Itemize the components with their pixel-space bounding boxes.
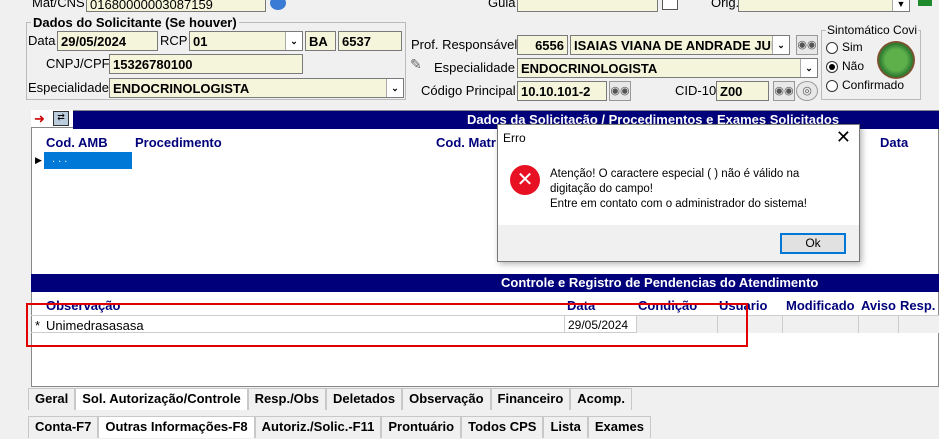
especialidade-value: ENDOCRINOLOGISTA [113, 81, 250, 96]
col-aviso[interactable]: Aviso [861, 298, 896, 313]
hand-icon[interactable] [662, 0, 678, 10]
chevron-down-icon[interactable]: ⌄ [800, 59, 817, 77]
binoculars-icon[interactable]: ◉◉ [609, 81, 631, 101]
virus-icon [877, 41, 915, 79]
radio-sim-label: Sim [842, 40, 863, 54]
col-resp[interactable]: Resp. [900, 298, 935, 313]
close-icon[interactable]: ✕ [836, 127, 851, 148]
guia-label: Guia [488, 0, 516, 10]
prof-name-combo[interactable]: ISAIAS VIANA DE ANDRADE JUN ⌄ [570, 35, 790, 55]
orig-combo[interactable]: ▼ [738, 0, 910, 12]
radio-sim[interactable] [826, 42, 838, 54]
dialog-title: Erro [503, 131, 526, 145]
tab-outras-informacoes[interactable]: Outras Informações-F8 [98, 416, 255, 438]
tab-todos-cps[interactable]: Todos CPS [461, 416, 544, 438]
dialog-message-line3: Entre em contato com o administrador do … [550, 198, 807, 210]
panel-toolbar: ➜ ⇄ [31, 110, 73, 128]
prof-label: Prof. Responsável [411, 37, 518, 52]
especialidade2-value: ENDOCRINOLOGISTA [521, 61, 658, 76]
chevron-down-icon[interactable]: ▼ [892, 0, 909, 11]
covid-title: Sintomático Covi [826, 23, 919, 37]
uf-field[interactable]: BA [305, 31, 336, 51]
transfer-icon[interactable]: ⇄ [53, 111, 69, 126]
col-cod-matr[interactable]: Cod. Matr [436, 135, 496, 150]
cid-field[interactable]: Z00 [716, 81, 769, 101]
tab-sol-autorizacao[interactable]: Sol. Autorização/Controle [75, 388, 248, 410]
data-field[interactable]: 29/05/2024 [57, 31, 158, 51]
tab-resp-obs[interactable]: Resp./Obs [247, 388, 326, 410]
pendencias-title: Controle e Registro de Pendencias do Ate… [501, 275, 819, 290]
tab-geral[interactable]: Geral [28, 388, 76, 410]
tab-acomp[interactable]: Acomp. [570, 388, 632, 410]
prof-code-field[interactable]: 6556 [517, 35, 568, 55]
tab-autoriz-solic[interactable]: Autoriz./Solic.-F11 [254, 416, 382, 438]
radio-confirmado-label: Confirmado [842, 78, 905, 92]
tab-lista[interactable]: Lista [543, 416, 588, 438]
tab-conta[interactable]: Conta-F7 [28, 416, 99, 438]
ok-button[interactable]: Ok [780, 233, 846, 254]
col-data[interactable]: Data [880, 135, 908, 150]
mat-cns-label: Mat/CNS [32, 0, 85, 10]
solicitante-title: Dados do Solicitante (Se houver) [31, 15, 239, 30]
especialidade-label: Especialidade [28, 80, 109, 95]
cnpj-field[interactable]: 15326780100 [109, 54, 303, 74]
binoculars-icon[interactable]: ◉◉ [796, 35, 818, 55]
data-label: Data [28, 33, 56, 48]
tab-exames[interactable]: Exames [587, 416, 651, 438]
col-cod-amb[interactable]: Cod. AMB [46, 135, 108, 150]
orig-label: Orig. [711, 0, 740, 10]
rcp-combo[interactable]: 01 ⌄ [189, 31, 303, 51]
tab-prontuario[interactable]: Prontuário [381, 416, 462, 438]
tab-deletados[interactable]: Deletados [325, 388, 403, 410]
chevron-down-icon[interactable]: ⌄ [772, 36, 789, 54]
chevron-down-icon[interactable]: ⌄ [386, 79, 403, 97]
rcp-value: 01 [193, 34, 208, 49]
row-resp[interactable] [898, 316, 939, 333]
guia-field[interactable] [517, 0, 658, 12]
especialidade-combo[interactable]: ENDOCRINOLOGISTA ⌄ [109, 78, 404, 98]
dialog-message: Atenção! O caractere especial ( ) não é … [550, 167, 850, 212]
refresh-icon[interactable]: ◎ [796, 81, 818, 101]
dialog-footer: Ok [498, 225, 859, 261]
especialidade2-combo[interactable]: ENDOCRINOLOGISTA ⌄ [517, 58, 818, 78]
mat-cns-field[interactable]: 01680000003087159 [86, 0, 266, 12]
dialog-message-line2: digitação do campo! [550, 183, 653, 195]
pendencias-bar: Controle e Registro de Pendencias do Ate… [31, 274, 939, 292]
error-dialog: Erro ✕ ✕ Atenção! O caractere especial (… [497, 124, 860, 262]
error-icon: ✕ [510, 165, 540, 195]
radio-nao-label: Não [842, 59, 865, 73]
globe-icon[interactable] [270, 0, 286, 10]
codigo-label: Código Principal [421, 83, 516, 98]
especialidade2-label: Especialidade [434, 60, 515, 75]
codigo-field[interactable]: 10.10.101-2 [517, 81, 607, 101]
rcp-label: RCP [160, 33, 188, 48]
col-procedimento[interactable]: Procedimento [135, 135, 222, 150]
col-modificado[interactable]: Modificado [786, 298, 855, 313]
proc-row-cell[interactable]: . . . [44, 152, 132, 169]
radio-nao[interactable] [826, 61, 838, 73]
pencil-icon[interactable]: ✎ [410, 56, 422, 73]
radio-confirmado[interactable] [826, 80, 838, 92]
prof-name-value: ISAIAS VIANA DE ANDRADE JUN [574, 38, 781, 53]
dialog-message-line1: Atenção! O caractere especial ( ) não é … [550, 168, 800, 180]
row-indicator-icon: ▶ [35, 155, 42, 165]
cnpj-label: CNPJ/CPF [46, 56, 110, 71]
binoculars-icon[interactable]: ◉◉ [773, 81, 795, 101]
status-indicator [918, 0, 932, 6]
crm-field[interactable]: 6537 [338, 31, 402, 51]
tabs-top: Geral Sol. Autorização/Controle Resp./Ob… [28, 388, 632, 410]
tab-financeiro[interactable]: Financeiro [490, 388, 571, 410]
cid-label: CID-10 [675, 83, 717, 98]
row-modificado[interactable] [782, 316, 858, 333]
arrow-right-icon[interactable]: ➜ [34, 111, 45, 127]
chevron-down-icon[interactable]: ⌄ [285, 32, 302, 50]
row-aviso[interactable] [858, 316, 898, 333]
tab-observacao[interactable]: Observação [402, 388, 491, 410]
highlight-box [26, 303, 748, 347]
tabs-bottom: Conta-F7 Outras Informações-F8 Autoriz./… [28, 416, 651, 438]
